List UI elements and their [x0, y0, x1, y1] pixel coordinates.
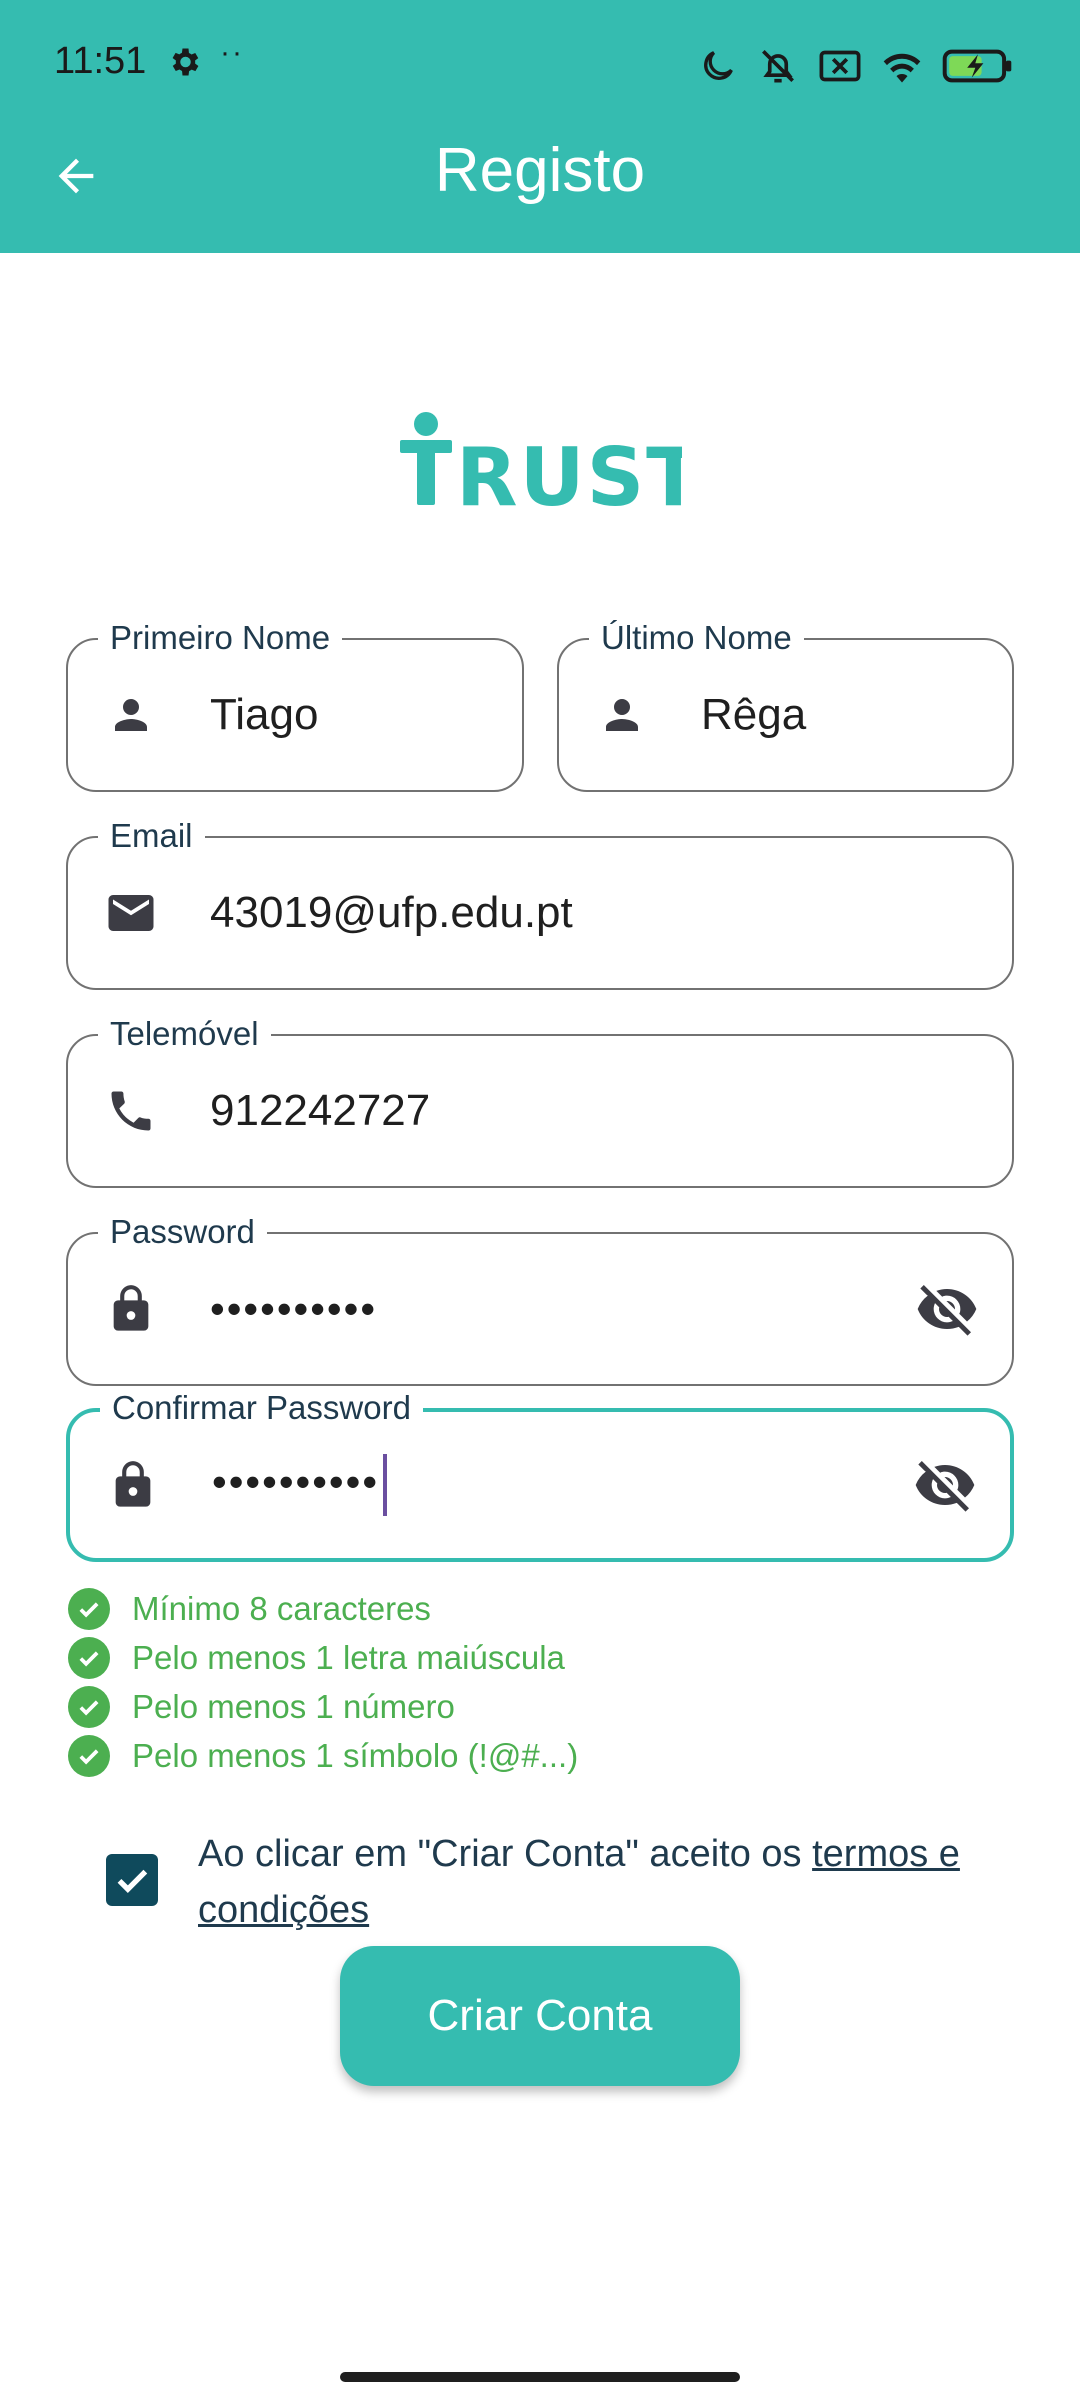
bell-off-icon	[762, 50, 794, 83]
battery-charging-icon	[942, 49, 1012, 83]
person-icon	[104, 688, 158, 742]
settings-status-icon	[172, 48, 199, 76]
last-name-label: Último Nome	[589, 618, 804, 658]
requirement-text: Pelo menos 1 letra maiúscula	[132, 1639, 565, 1676]
checkmark-icon	[117, 1869, 148, 1893]
eye-off-icon	[915, 1461, 975, 1512]
first-name-label: Primeiro Nome	[98, 618, 343, 658]
password-input[interactable]: ••••••••••	[210, 1285, 377, 1333]
mail-icon	[104, 886, 158, 940]
requirement-item: Pelo menos 1 número	[68, 1684, 455, 1730]
confirm-password-input[interactable]: ••••••••••	[212, 1454, 388, 1516]
eye-off-icon	[917, 1285, 977, 1336]
email-field[interactable]: Email 43019@ufp.edu.pt	[66, 816, 1014, 990]
app-bar: 11:51 ·· Registo	[0, 0, 1080, 253]
requirement-item: Pelo menos 1 símbolo (!@#...)	[68, 1733, 578, 1779]
status-more-dots: ··	[220, 36, 244, 69]
no-sim-icon	[819, 50, 861, 82]
home-indicator[interactable]	[340, 2372, 740, 2382]
confirm-password-value: ••••••••••	[212, 1458, 380, 1506]
check-circle-icon	[68, 1735, 110, 1777]
requirement-item: Pelo menos 1 letra maiúscula	[68, 1635, 565, 1681]
status-time: 11:51	[54, 40, 147, 82]
requirement-text: Pelo menos 1 símbolo (!@#...)	[132, 1737, 579, 1774]
password-field[interactable]: Password ••••••••••	[66, 1212, 1014, 1386]
requirement-item: Mínimo 8 caracteres	[68, 1586, 431, 1632]
lock-icon	[106, 1458, 160, 1512]
email-input[interactable]: 43019@ufp.edu.pt	[210, 888, 573, 938]
create-account-button[interactable]: Criar Conta	[340, 1946, 740, 2086]
confirm-password-field[interactable]: Confirmar Password ••••••••••	[66, 1388, 1014, 1562]
terms-text: Ao clicar em "Criar Conta" aceito os ter…	[198, 1826, 1008, 1938]
phone-label: Telemóvel	[98, 1014, 271, 1054]
phone-input[interactable]: 912242727	[210, 1086, 430, 1136]
first-name-field[interactable]: Primeiro Nome Tiago	[66, 618, 524, 792]
terms-prefix: Ao clicar em "Criar Conta" aceito os	[198, 1833, 813, 1875]
requirement-text: Mínimo 8 caracteres	[132, 1590, 431, 1627]
trust-logo: RUST	[400, 412, 682, 510]
confirm-password-visibility-toggle[interactable]	[910, 1450, 980, 1520]
terms-checkbox[interactable]	[106, 1854, 158, 1906]
password-visibility-toggle[interactable]	[912, 1274, 982, 1344]
phone-icon	[104, 1084, 158, 1138]
last-name-input[interactable]: Rêga	[701, 690, 806, 740]
requirement-text: Pelo menos 1 número	[132, 1688, 455, 1725]
email-label: Email	[98, 816, 205, 856]
check-circle-icon	[68, 1637, 110, 1679]
last-name-field[interactable]: Último Nome Rêga	[557, 618, 1014, 792]
confirm-password-label: Confirmar Password	[100, 1388, 423, 1428]
status-icons	[698, 44, 1014, 88]
do-not-disturb-moon-icon	[704, 51, 733, 80]
svg-text:RUST: RUST	[456, 431, 682, 510]
wifi-icon	[883, 53, 921, 83]
check-circle-icon	[68, 1686, 110, 1728]
text-cursor	[383, 1454, 388, 1516]
first-name-input[interactable]: Tiago	[210, 690, 318, 740]
check-circle-icon	[68, 1588, 110, 1630]
password-label: Password	[98, 1212, 267, 1252]
phone-field[interactable]: Telemóvel 912242727	[66, 1014, 1014, 1188]
page-title: Registo	[434, 136, 646, 205]
person-icon	[595, 688, 649, 742]
lock-icon	[104, 1282, 158, 1336]
